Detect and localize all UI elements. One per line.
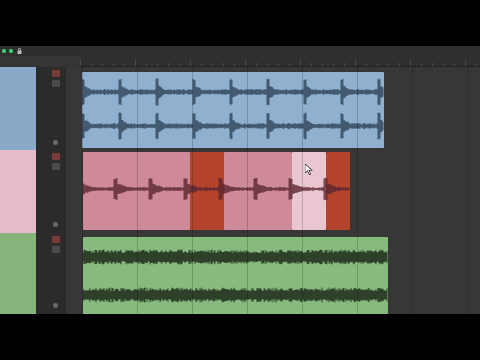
grid-line [137, 233, 138, 314]
ruler-tick [366, 63, 367, 66]
ruler-tick [234, 63, 235, 66]
ruler-tick [245, 60, 246, 66]
grid-line [467, 233, 468, 314]
grid-line [82, 233, 83, 314]
grid-line [302, 233, 303, 314]
ruler-tick [223, 63, 224, 66]
track-header-drums[interactable] [0, 67, 36, 150]
grid-line [192, 233, 193, 314]
ruler-tick [355, 60, 356, 66]
audio-clip-pad[interactable] [83, 237, 388, 314]
pan-knob[interactable] [53, 140, 58, 145]
lane-pad[interactable] [66, 233, 480, 314]
ruler-tick [91, 63, 92, 66]
grid-line [82, 67, 83, 150]
solo-button[interactable] [52, 80, 60, 87]
ruler-tick [465, 60, 466, 66]
ruler-tick [476, 63, 477, 66]
ruler-tick [322, 63, 323, 66]
daw-window [0, 46, 480, 314]
ruler-tick [113, 63, 114, 66]
track-header-pad[interactable] [0, 233, 36, 314]
grid-line [137, 150, 138, 233]
ruler-tick [399, 63, 400, 66]
grid-line [192, 150, 193, 233]
ruler-tick [157, 63, 158, 66]
solo-button[interactable] [52, 246, 60, 253]
ruler-tick [278, 63, 279, 66]
ruler-tick [80, 60, 81, 66]
ruler-tick [168, 63, 169, 66]
ruler-tick [333, 63, 334, 66]
grid-line [137, 67, 138, 150]
ruler-tick [421, 63, 422, 66]
lane-drums[interactable] [66, 67, 480, 150]
grid-line [247, 67, 248, 150]
grid-line [467, 67, 468, 150]
waveform-drums [82, 78, 384, 140]
track-controls-2 [36, 150, 66, 233]
grid-line [357, 233, 358, 314]
ruler-tick [135, 60, 136, 66]
ruler-tick [289, 63, 290, 66]
ruler-tick [179, 63, 180, 66]
grid-line [412, 67, 413, 150]
ruler-tick [102, 63, 103, 66]
grid-line [302, 150, 303, 233]
ruler-tick [267, 63, 268, 66]
ruler-tick [344, 63, 345, 66]
status-led-icon [2, 49, 6, 53]
ruler-tick [201, 63, 202, 66]
mute-button[interactable] [52, 236, 60, 243]
ruler-tick [256, 63, 257, 66]
ruler-tick [410, 60, 411, 66]
lane-bass[interactable] [66, 150, 480, 233]
waveform-pad [83, 249, 388, 303]
mute-button[interactable] [52, 70, 60, 77]
grid-line [247, 150, 248, 233]
ruler-tick [454, 63, 455, 66]
grid-line [357, 67, 358, 150]
ruler-tick [146, 63, 147, 66]
grid-line [467, 150, 468, 233]
ruler-tick [311, 63, 312, 66]
ruler-tick [300, 60, 301, 66]
grid-line [192, 67, 193, 150]
track-header-bass[interactable] [0, 150, 36, 233]
lock-icon[interactable] [17, 48, 22, 54]
ruler-tick [190, 60, 191, 66]
record-arm-led-icon[interactable] [9, 49, 13, 53]
solo-button[interactable] [52, 163, 60, 170]
ruler-tick [212, 63, 213, 66]
ruler-tick [388, 63, 389, 66]
track-controls-1 [36, 67, 66, 150]
ruler-tick [432, 63, 433, 66]
ruler-tick [443, 63, 444, 66]
ruler-tick [124, 63, 125, 66]
audio-clip-drums[interactable] [82, 72, 384, 148]
pan-knob[interactable] [53, 222, 58, 227]
timeline-ruler[interactable] [80, 54, 480, 67]
grid-line [412, 150, 413, 233]
pan-knob[interactable] [53, 303, 58, 308]
ruler-tick [377, 63, 378, 66]
grid-line [357, 150, 358, 233]
grid-line [302, 67, 303, 150]
grid-line [247, 233, 248, 314]
video-frame [0, 0, 480, 360]
grid-line [82, 150, 83, 233]
mute-button[interactable] [52, 153, 60, 160]
mouse-pointer-icon [305, 164, 313, 175]
grid-line [412, 233, 413, 314]
track-controls-3 [36, 233, 66, 314]
